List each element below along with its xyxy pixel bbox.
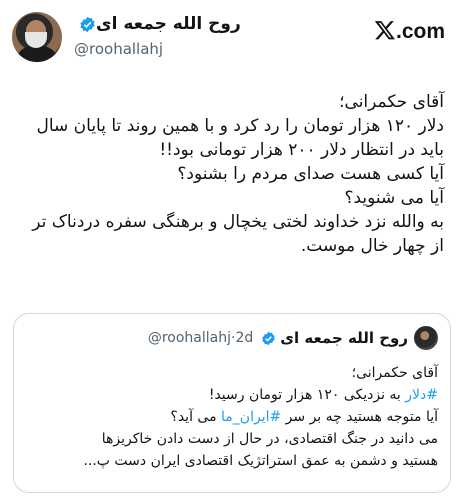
x-brand: .com <box>374 19 445 45</box>
tweet-line: به والله نزد خداوند لختی یخچال و برهنگی … <box>32 212 444 232</box>
tweet-line: دلار ۱۲۰ هزار تومان را رد کرد و با همین … <box>36 116 444 136</box>
author-avatar[interactable] <box>12 12 62 62</box>
quote-line: آیا متوجه هستید چه بر سر #ایران_ما می آی… <box>28 406 438 428</box>
hashtag-link[interactable]: #دلار <box>405 387 438 403</box>
tweet-body: آقای حکمرانی؛ دلار ۱۲۰ هزار تومان را رد … <box>18 90 444 258</box>
tweet-line: از چهار خال موست. <box>300 236 444 256</box>
tweet-line: آیا کسی هست صدای مردم را بشنود؟ <box>177 164 444 184</box>
x-logo-icon <box>374 19 396 45</box>
tweet-line: باید در انتظار دلار ۲۰۰ هزار تومانی بود!… <box>159 140 444 160</box>
author-name-row: روح الله جمعه ای <box>74 14 241 34</box>
quote-text-segment: می آید؟ <box>170 409 222 425</box>
author-display-name[interactable]: روح الله جمعه ای <box>96 14 241 34</box>
quoted-age[interactable]: 2d <box>235 330 253 346</box>
quoted-meta: @roohallahj·2d <box>148 330 253 346</box>
tweet-line: آقای حکمرانی؛ <box>339 92 444 112</box>
brand-suffix: .com <box>395 20 445 43</box>
quoted-handle[interactable]: @roohallahj <box>148 330 231 346</box>
hashtag-link[interactable]: #ایران_ما <box>221 409 281 425</box>
quoted-tweet-body: آقای حکمرانی؛ #دلار به نزدیکی ۱۲۰ هزار ت… <box>28 362 438 472</box>
quote-line: #دلار به نزدیکی ۱۲۰ هزار تومان رسید! <box>28 384 438 406</box>
quote-text-segment: به نزدیکی ۱۲۰ هزار تومان رسید! <box>208 387 406 403</box>
quoted-author-name[interactable]: روح الله جمعه ای <box>280 329 408 347</box>
tweet-header: روح الله جمعه ای @roohallahj .com <box>10 10 453 66</box>
quoted-author-avatar[interactable] <box>414 326 438 350</box>
tweet-line: آیا می شنوید؟ <box>344 188 444 208</box>
quote-line: هستید و دشمن به عمق استراتژیک اقتصادی ای… <box>83 453 438 469</box>
quote-line: آقای حکمرانی؛ <box>351 365 438 381</box>
verified-badge-icon <box>261 331 276 346</box>
verified-badge-icon <box>79 16 96 33</box>
quote-line: می دانید در جنگ اقتصادی، در حال از دست د… <box>101 431 438 447</box>
quoted-tweet-header: روح الله جمعه ای @roohallahj·2d <box>148 326 438 350</box>
author-handle[interactable]: @roohallahj <box>74 40 163 58</box>
quote-text-segment: آیا متوجه هستید چه بر سر <box>281 409 438 425</box>
quoted-tweet-card[interactable]: روح الله جمعه ای @roohallahj·2d آقای حکم… <box>13 313 451 493</box>
